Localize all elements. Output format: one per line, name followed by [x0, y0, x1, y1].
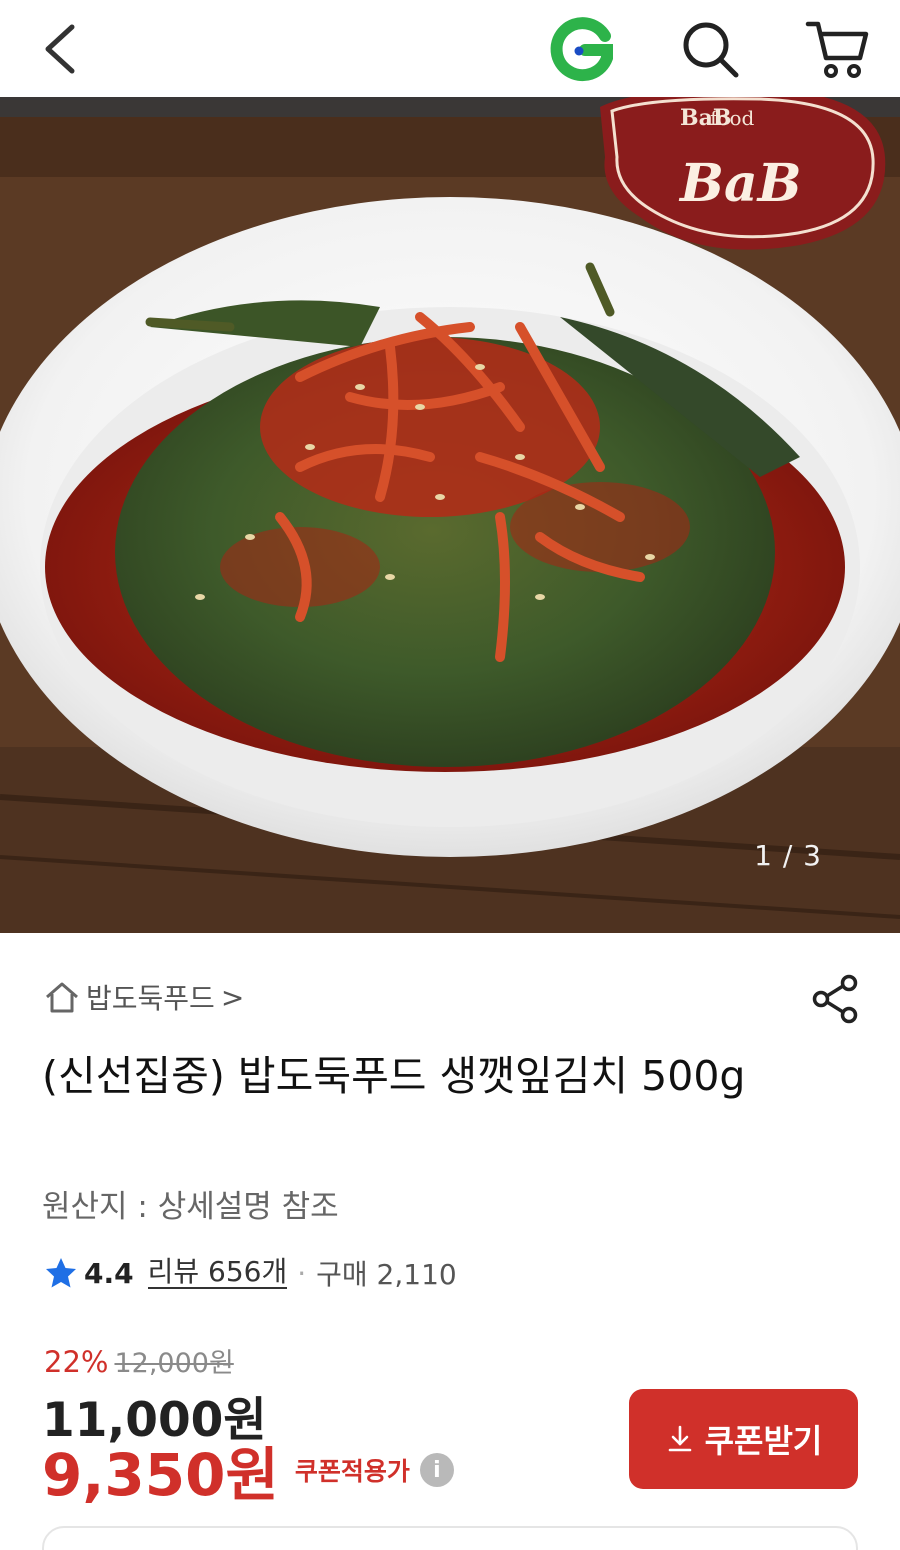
reviews-link[interactable]: 리뷰 656개: [147, 1257, 288, 1289]
gmarket-logo-icon: [550, 16, 613, 81]
product-origin: 원산지 : 상세설명 참조: [42, 1189, 339, 1225]
get-coupon-label: 쿠폰받기: [704, 1422, 823, 1460]
top-nav-bar: [0, 0, 900, 97]
coupon-price-label: 쿠폰적용가: [294, 1457, 410, 1486]
get-coupon-button[interactable]: 쿠폰받기: [629, 1389, 858, 1489]
cart-icon: [805, 21, 869, 78]
back-button[interactable]: [20, 0, 100, 97]
store-chevron: >: [220, 980, 245, 1014]
product-image-gallery[interactable]: BaB food BaB 1 / 3: [0, 97, 900, 933]
info-icon[interactable]: i: [419, 1453, 454, 1487]
discount-row: 22% 12,000원: [44, 1341, 234, 1380]
product-title: (신선집중) 밥도둑푸드 생깻잎김치 500g: [42, 1052, 746, 1100]
product-photo: BaB food BaB: [0, 97, 900, 933]
download-icon: [668, 1425, 691, 1452]
star-icon: [46, 1258, 76, 1288]
rating-value: 4.4: [84, 1256, 134, 1290]
product-info: 밥도둑푸드 > (신선집중) 밥도둑푸드 생깻잎김치 500g 원산지 : 상세…: [0, 933, 900, 1550]
search-button[interactable]: [670, 0, 750, 97]
coupon-price-row: 9,350원 쿠폰적용가 i: [42, 1428, 454, 1512]
brand-logo-text-main: BaB: [678, 153, 802, 214]
gallery-counter: 1 / 3: [754, 839, 822, 872]
brand-logo-text-mid: food: [710, 106, 754, 130]
share-icon: [812, 974, 858, 1024]
search-icon: [683, 22, 739, 77]
store-name: 밥도둑푸드: [86, 982, 215, 1015]
home-icon: [46, 982, 78, 1013]
chevron-left-icon: [45, 24, 75, 73]
cart-button[interactable]: [795, 0, 879, 97]
original-price: 12,000원: [114, 1348, 234, 1379]
coupon-price: 9,350원: [42, 1441, 279, 1509]
store-link[interactable]: 밥도둑푸드 >: [44, 977, 244, 1017]
purchase-count: 구매 2,110: [316, 1258, 457, 1291]
next-section-card: [42, 1526, 858, 1550]
separator-dot: ·: [297, 1256, 307, 1290]
discount-rate: 22%: [44, 1345, 109, 1379]
rating-row: 4.4 리뷰 656개 · 구매 2,110: [44, 1251, 457, 1295]
share-button[interactable]: [805, 969, 865, 1029]
gmarket-logo-button[interactable]: [540, 0, 624, 97]
